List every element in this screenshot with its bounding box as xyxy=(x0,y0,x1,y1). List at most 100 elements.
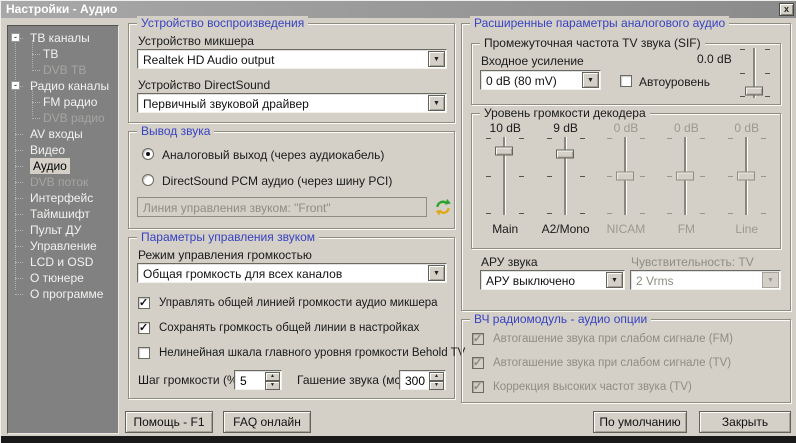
spin-up-icon[interactable]: ▲ xyxy=(429,372,444,381)
refresh-arrows-icon[interactable] xyxy=(434,198,452,216)
slider-thumb[interactable] xyxy=(556,150,574,159)
checkbox: ✓ xyxy=(472,357,484,369)
chevron-down-icon[interactable]: ▼ xyxy=(428,51,445,67)
sidebar-item[interactable]: FM радио xyxy=(8,94,118,110)
tree-branch-line xyxy=(32,70,40,71)
spin-up-icon[interactable]: ▲ xyxy=(265,372,280,381)
mixer-line-field: Линия управления звуком: "Front" xyxy=(137,197,427,217)
decoder-slider[interactable] xyxy=(544,137,588,215)
checkbox-row: ✓ Автогашение звука при слабом сигнале (… xyxy=(472,356,784,380)
checkbox[interactable]: ✓ xyxy=(138,347,150,359)
defaults-button[interactable]: По умолчанию xyxy=(593,411,687,433)
slider-thumb[interactable] xyxy=(676,172,694,181)
pcm-output-label[interactable]: DirectSound PCM аудио (через шину PCI) xyxy=(162,174,392,188)
faq-button[interactable]: FAQ онлайн xyxy=(223,411,311,433)
analog-output-label[interactable]: Аналоговый выход (через аудиокабель) xyxy=(162,148,384,162)
sidebar-item[interactable]: Интерфейс xyxy=(8,190,118,206)
agc-select[interactable]: АРУ выключено ▼ xyxy=(480,270,625,290)
directsound-device-label: Устройство DirectSound xyxy=(138,78,270,92)
checkbox[interactable]: ✓ xyxy=(138,322,150,334)
sidebar-item-label: О программе xyxy=(30,286,103,302)
slider-tick xyxy=(486,138,491,139)
decoder-slider[interactable] xyxy=(725,137,769,215)
sidebar-item[interactable]: LCD и OSD xyxy=(8,254,118,270)
autolevel-label[interactable]: Автоуровень xyxy=(639,75,710,89)
group-title: Промежуточная частота TV звука (SIF) xyxy=(480,36,705,50)
sidebar-item[interactable]: Видео xyxy=(8,142,118,158)
slider-tick xyxy=(519,138,524,139)
tree-collapse-icon[interactable]: - xyxy=(11,81,20,90)
sidebar-item[interactable]: DVB поток xyxy=(8,174,118,190)
slider-tick xyxy=(761,213,766,214)
sidebar-item[interactable]: Аудио xyxy=(8,158,118,174)
sidebar-item[interactable]: ТВ xyxy=(8,46,118,62)
checkbox-row[interactable]: ✓ Нелинейная шкала главного уровня громк… xyxy=(138,346,450,371)
checkbox-label: Нелинейная шкала главного уровня громкос… xyxy=(159,347,465,359)
sidebar-item[interactable]: Таймшифт xyxy=(8,206,118,222)
sidebar-item[interactable]: О программе xyxy=(8,286,118,302)
slider-tick xyxy=(765,49,770,50)
sidebar-item-label: ТВ каналы xyxy=(30,30,90,46)
checkbox[interactable]: ✓ xyxy=(138,297,150,309)
volume-mode-value: Общая громкость для всех каналов xyxy=(143,267,342,281)
chevron-down-icon[interactable]: ▼ xyxy=(582,72,599,88)
mute-time-stepper[interactable]: 300 ▲▼ xyxy=(399,370,446,390)
help-button[interactable]: Помощь - F1 xyxy=(125,411,213,433)
chevron-down-icon: ▼ xyxy=(762,272,779,288)
close-button[interactable]: Закрыть xyxy=(699,411,791,433)
spin-down-icon[interactable]: ▼ xyxy=(265,381,280,390)
sif-gain-slider[interactable] xyxy=(737,48,773,98)
checkbox-label: Сохранять громкость общей линии в настро… xyxy=(159,322,419,334)
check-icon: ✓ xyxy=(473,380,482,393)
stepper-buttons[interactable]: ▲▼ xyxy=(429,372,444,388)
slider-thumb[interactable] xyxy=(616,172,634,181)
slider-tick xyxy=(740,49,745,50)
sidebar-item-label: FM радио xyxy=(43,94,97,110)
slider-thumb[interactable] xyxy=(495,147,513,156)
sidebar-item[interactable]: О тюнере xyxy=(8,270,118,286)
decoder-slider-name: NICAM xyxy=(607,222,646,236)
tree-collapse-icon[interactable]: - xyxy=(11,33,20,42)
spin-down-icon[interactable]: ▼ xyxy=(429,381,444,390)
checkbox-row[interactable]: ✓ Управлять общей линией громкости аудио… xyxy=(138,296,450,321)
pcm-output-radio[interactable] xyxy=(142,174,154,186)
sidebar-item[interactable]: Пульт ДУ xyxy=(8,222,118,238)
volume-step-stepper[interactable]: 5 ▲▼ xyxy=(234,370,282,390)
volume-mode-select[interactable]: Общая громкость для всех каналов ▼ xyxy=(137,263,447,283)
checkbox-row[interactable]: ✓ Сохранять громкость общей линии в наст… xyxy=(138,321,450,346)
chevron-down-icon[interactable]: ▼ xyxy=(428,265,445,281)
tree-branch-line xyxy=(15,166,23,167)
sidebar-item[interactable]: DVB радио xyxy=(8,110,118,126)
sidebar-item[interactable]: Управление xyxy=(8,238,118,254)
slider-thumb[interactable] xyxy=(737,172,755,181)
checkbox-label: Коррекция высоких частот звука (TV) xyxy=(493,381,692,393)
decoder-slider[interactable] xyxy=(483,137,527,215)
settings-window: Настройки - Аудио x - ТВ каналы ТВ xyxy=(0,0,796,443)
sidebar-item[interactable]: AV входы xyxy=(8,126,118,142)
slider-tick xyxy=(486,176,491,177)
sidebar-item[interactable]: - Радио каналы xyxy=(8,78,118,94)
decoder-sliders: 10 dB Main 9 dB xyxy=(475,121,777,243)
directsound-device-select[interactable]: Первичный звуковой драйвер ▼ xyxy=(137,93,447,113)
slider-tick xyxy=(519,213,524,214)
slider-tick xyxy=(728,138,733,139)
volume-step-label: Шаг громкости (%) xyxy=(138,373,242,387)
autolevel-checkbox[interactable]: ✓ xyxy=(620,75,632,87)
decoder-slider[interactable] xyxy=(664,137,708,215)
window-close-icon[interactable]: x xyxy=(779,3,794,16)
chevron-down-icon[interactable]: ▼ xyxy=(606,272,623,288)
decoder-slider[interactable] xyxy=(604,137,648,215)
decoder-slider-column: 10 dB Main xyxy=(475,121,535,243)
sidebar-item-label: Видео xyxy=(30,142,65,158)
check-icon: ✓ xyxy=(139,296,148,309)
tree-branch-line xyxy=(15,246,23,247)
analog-output-radio[interactable] xyxy=(142,148,154,160)
stepper-buttons[interactable]: ▲▼ xyxy=(265,372,280,388)
sidebar-item[interactable]: - ТВ каналы xyxy=(8,30,118,46)
chevron-down-icon[interactable]: ▼ xyxy=(428,95,445,111)
input-gain-select[interactable]: 0 dB (80 mV) ▼ xyxy=(480,70,601,90)
group-title: Уровень громкости декодера xyxy=(480,106,650,120)
sidebar-item[interactable]: DVB ТВ xyxy=(8,62,118,78)
mixer-device-select[interactable]: Realtek HD Audio output ▼ xyxy=(137,49,447,69)
slider-thumb[interactable] xyxy=(745,87,763,96)
